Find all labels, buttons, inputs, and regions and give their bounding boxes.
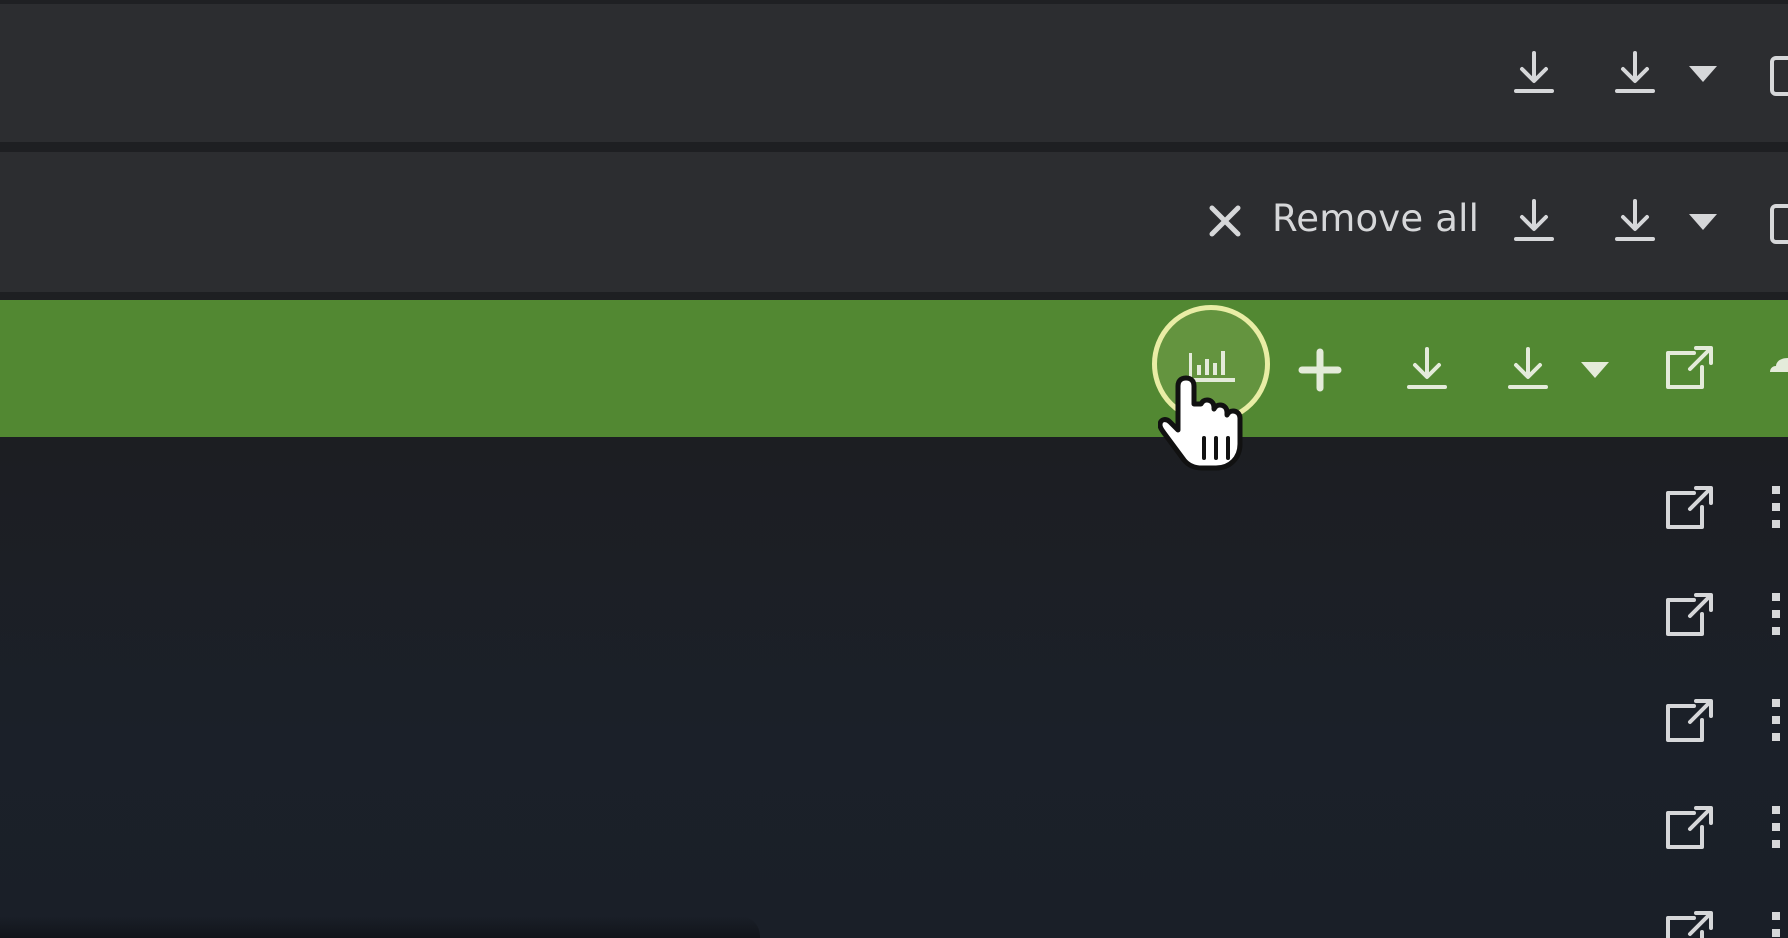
caret-down-icon[interactable] [1688, 213, 1718, 231]
download-icon[interactable] [1613, 50, 1657, 94]
close-icon[interactable] [1208, 204, 1242, 238]
row-divider [0, 142, 1788, 152]
row-divider [0, 292, 1788, 300]
hand-cursor-icon [1157, 372, 1248, 476]
caret-down-icon[interactable] [1580, 361, 1610, 379]
download-icon[interactable] [1506, 346, 1550, 390]
remove-all-button[interactable]: Remove all [1272, 197, 1479, 240]
external-link-icon[interactable] [1664, 805, 1714, 851]
list-area [0, 437, 1788, 938]
caret-down-icon[interactable] [1688, 65, 1718, 83]
bottom-shadow [0, 916, 760, 938]
download-icon[interactable] [1512, 198, 1556, 242]
external-link-icon[interactable] [1664, 485, 1714, 531]
download-icon[interactable] [1512, 50, 1556, 94]
drag-handle-icon[interactable] [1772, 912, 1788, 938]
external-link-icon[interactable] [1664, 698, 1714, 744]
checkbox-icon[interactable] [1770, 204, 1788, 244]
external-link-icon[interactable] [1664, 592, 1714, 638]
cloud-icon[interactable] [1770, 354, 1788, 378]
external-link-icon[interactable] [1664, 910, 1714, 938]
drag-handle-icon[interactable] [1772, 806, 1788, 850]
checkbox-icon[interactable] [1770, 56, 1788, 96]
drag-handle-icon[interactable] [1772, 593, 1788, 637]
plus-icon[interactable] [1298, 348, 1342, 392]
drag-handle-icon[interactable] [1772, 699, 1788, 743]
download-icon[interactable] [1613, 198, 1657, 242]
external-link-icon[interactable] [1664, 345, 1714, 391]
download-icon[interactable] [1405, 346, 1449, 390]
drag-handle-icon[interactable] [1772, 486, 1788, 530]
